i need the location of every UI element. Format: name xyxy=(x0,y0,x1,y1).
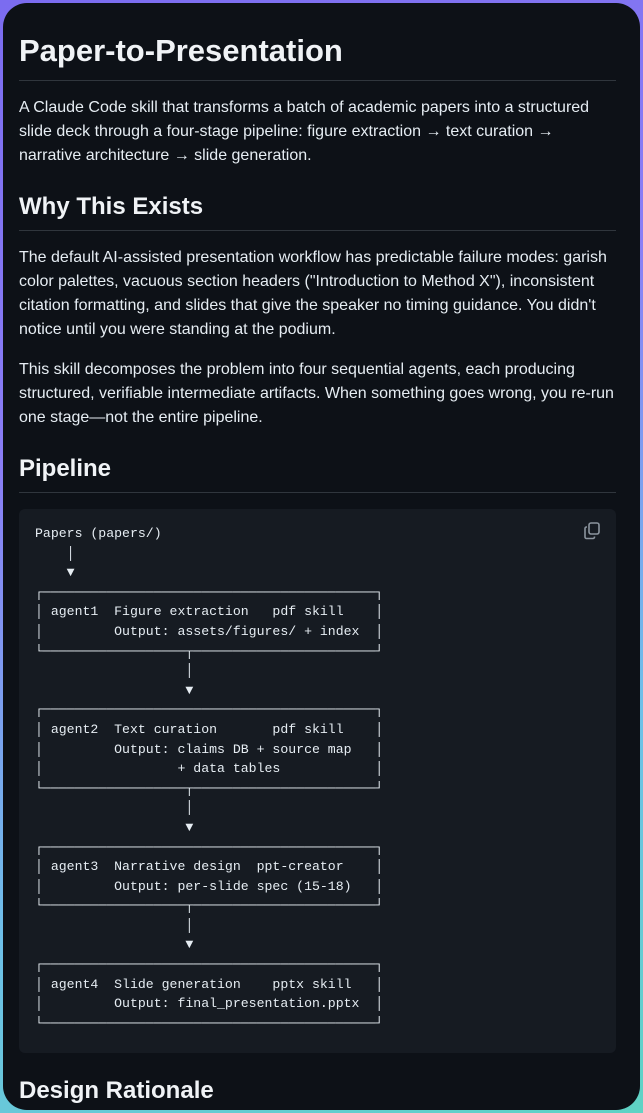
pipeline-code-block[interactable]: Papers (papers/) │ ▼ ┌──────────────────… xyxy=(19,509,616,1053)
section-heading-why: Why This Exists xyxy=(19,193,204,220)
section-divider-pipeline xyxy=(19,492,616,493)
title-divider xyxy=(19,80,616,81)
readme-window: Paper-to-Presentation A Claude Code skil… xyxy=(3,3,640,1110)
section-divider-why xyxy=(19,230,616,231)
why-paragraph-1: The default AI-assisted presentation wor… xyxy=(19,249,607,338)
pipeline-diagram-text: Papers (papers/) │ ▼ ┌──────────────────… xyxy=(35,526,384,1031)
section-heading-pipeline: Pipeline xyxy=(19,455,112,482)
copy-button[interactable] xyxy=(582,521,602,541)
copy-icon xyxy=(584,522,600,540)
intro-paragraph: A Claude Code skill that transforms a ba… xyxy=(19,99,590,164)
page-title: Paper-to-Presentation xyxy=(19,33,343,68)
section-heading-design: Design Rationale xyxy=(19,1077,214,1104)
why-paragraph-2: This skill decomposes the problem into f… xyxy=(19,361,614,426)
